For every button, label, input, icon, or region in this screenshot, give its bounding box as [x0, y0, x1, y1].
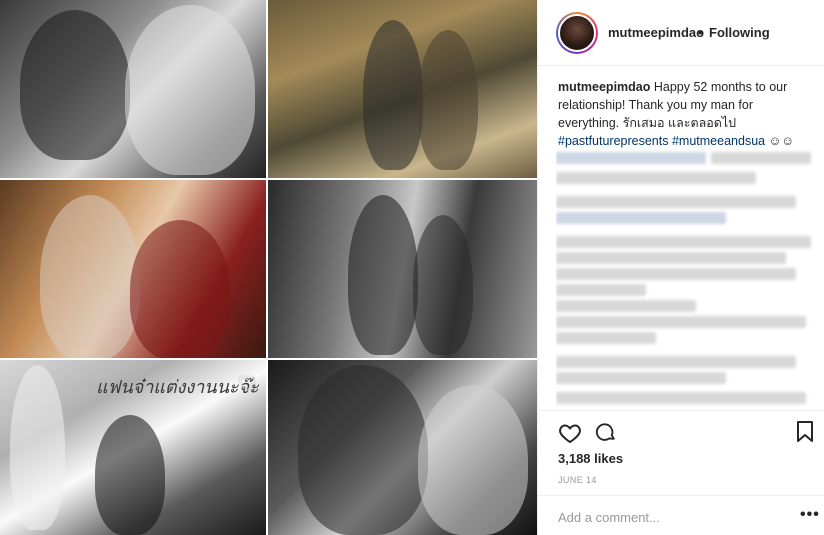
post-image-collage[interactable]: แฟนจ๋าแต่งงานนะจ๊ะ ♡: [0, 0, 537, 535]
post-header: mutmeepimdao • Following: [538, 0, 824, 66]
add-comment-bar: •••: [538, 495, 824, 535]
collage-photo-4: [268, 180, 537, 358]
header-separator: •: [698, 25, 703, 40]
header-username[interactable]: mutmeepimdao: [608, 25, 704, 40]
caption-username[interactable]: mutmeepimdao: [558, 80, 650, 94]
post-caption: mutmeepimdao Happy 52 months to our rela…: [558, 78, 813, 150]
blurred-comments: [556, 148, 821, 410]
collage-photo-2: [268, 0, 537, 178]
collage-photo-3: [0, 180, 266, 358]
comment-input[interactable]: [558, 508, 778, 526]
hashtag-link[interactable]: #pastfuturepresents: [558, 134, 669, 148]
collage-photo-6: [268, 360, 537, 535]
photo-overlay-text: แฟนจ๋าแต่งงานนะจ๊ะ: [96, 377, 259, 398]
bookmark-icon[interactable]: [796, 421, 814, 443]
more-icon[interactable]: •••: [800, 506, 820, 524]
hashtag-link[interactable]: #mutmeeandsua: [672, 134, 765, 148]
likes-count[interactable]: 3,188 likes: [558, 451, 623, 466]
collage-photo-1: [0, 0, 266, 178]
caption-emoji: ☺☺: [768, 134, 795, 148]
photo-heart-icon: ♡: [238, 374, 256, 396]
avatar[interactable]: [556, 12, 598, 54]
collage-photo-5: แฟนจ๋าแต่งงานนะจ๊ะ ♡: [0, 360, 266, 535]
following-button[interactable]: Following: [709, 25, 770, 40]
heart-icon[interactable]: [558, 421, 582, 445]
post-date[interactable]: JUNE 14: [558, 475, 597, 485]
post-sidebar: mutmeepimdao • Following mutmeepimdao Ha…: [537, 0, 824, 535]
comment-icon[interactable]: [595, 421, 617, 443]
post-actions: 3,188 likes JUNE 14 •••: [538, 410, 824, 535]
